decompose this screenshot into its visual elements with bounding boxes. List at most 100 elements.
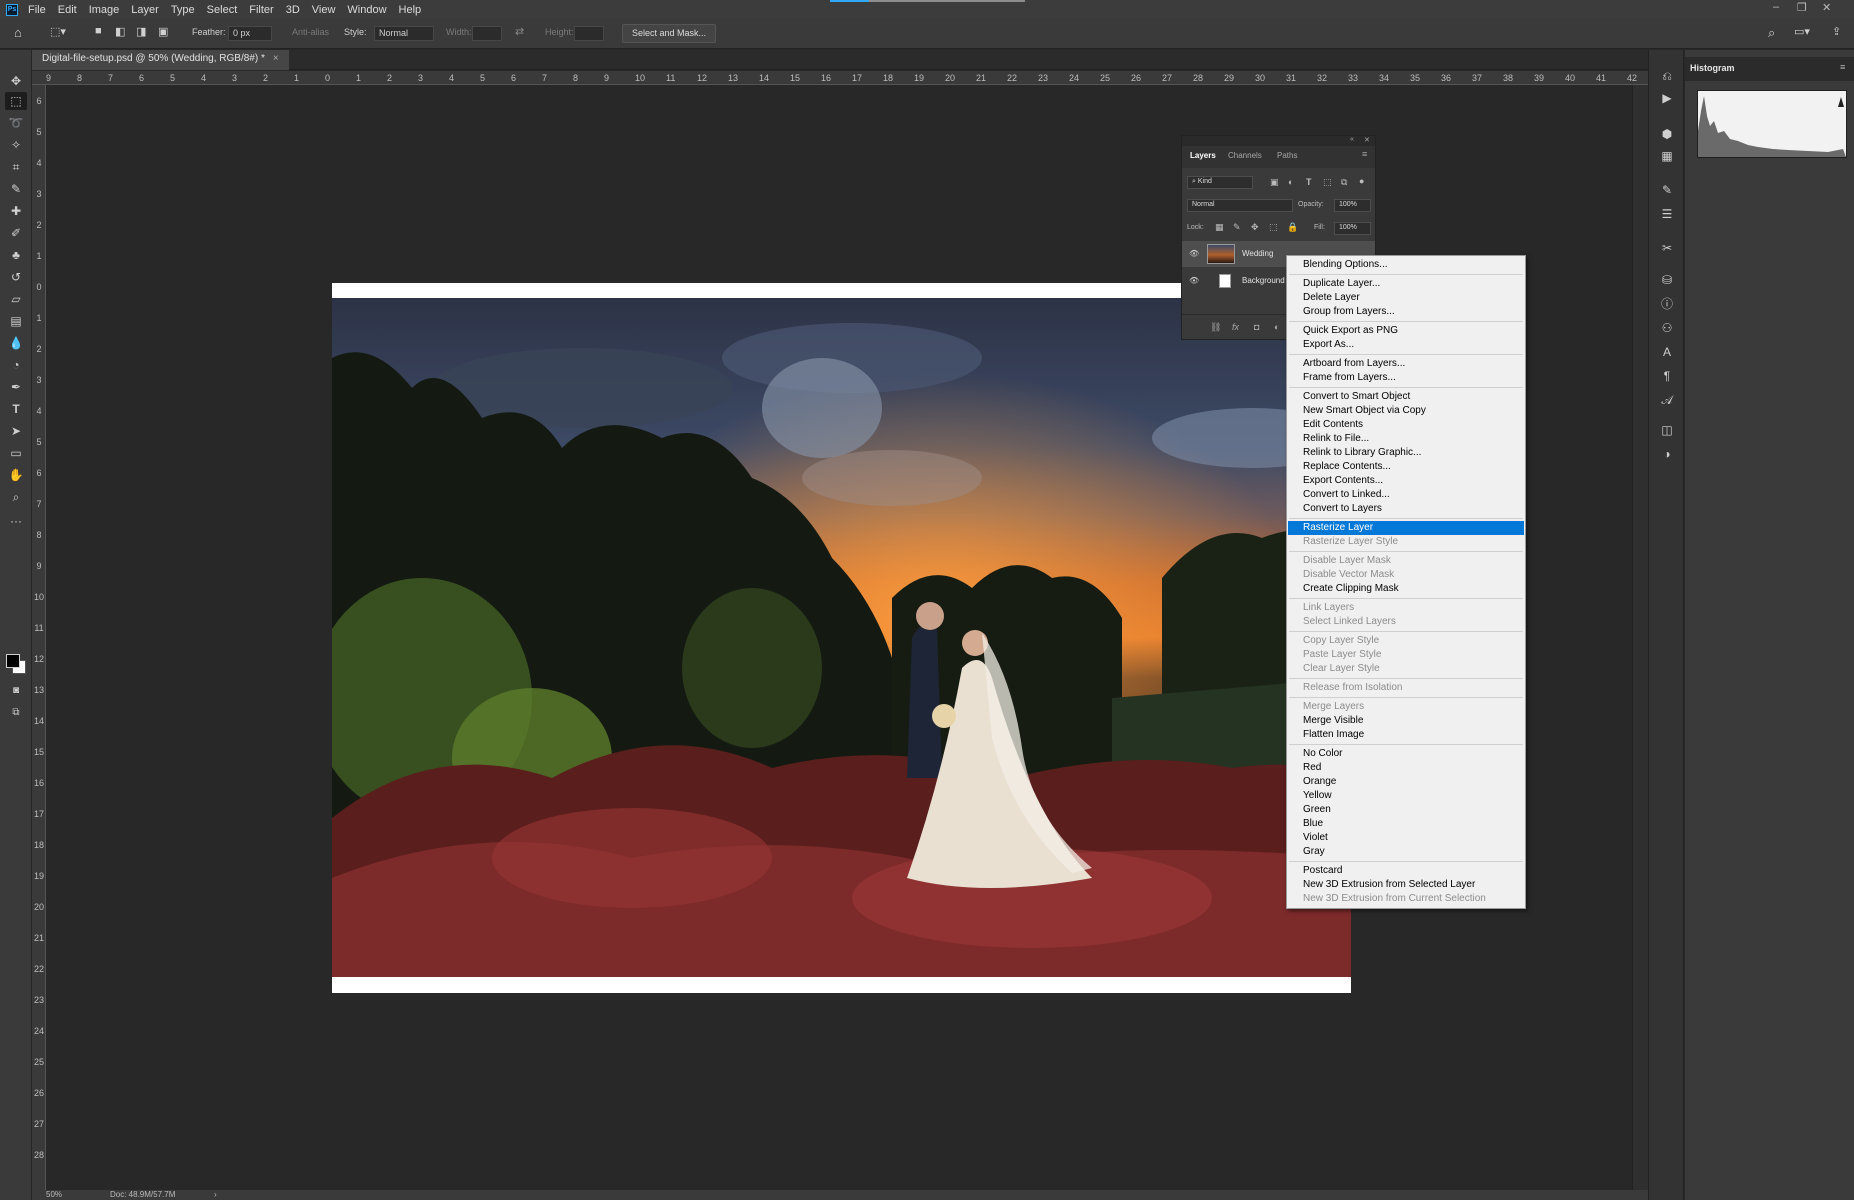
menu-item-delete-layer[interactable]: Delete Layer — [1288, 291, 1524, 305]
filter-pixel-icon[interactable]: ▣ — [1270, 177, 1279, 188]
glyphs-icon[interactable]: 𝒜 — [1659, 392, 1675, 408]
zoom-icon[interactable]: ⌕ — [5, 488, 27, 506]
menu-file[interactable]: File — [28, 4, 46, 16]
artboard-icon[interactable]: ▦ — [1659, 148, 1675, 164]
info-icon[interactable]: ⓘ — [1659, 296, 1675, 312]
new-selection-icon[interactable]: ■ — [95, 25, 102, 37]
foreground-color-swatch[interactable] — [6, 654, 20, 668]
subtract-selection-icon[interactable]: ◨ — [136, 25, 146, 38]
visibility-eye-icon[interactable]: 👁 — [1189, 249, 1199, 258]
menu-item-rasterize-layer[interactable]: Rasterize Layer — [1288, 521, 1524, 535]
adjustments-icon[interactable]: ☰ — [1659, 206, 1675, 222]
menu-edit[interactable]: Edit — [58, 4, 77, 16]
lock-all-icon[interactable]: 🔒 — [1287, 222, 1298, 233]
path-selection-icon[interactable]: ➤ — [5, 422, 27, 440]
histogram-title-bar[interactable]: Histogram ≡ — [1685, 57, 1854, 81]
layers-panel-header[interactable]: « ✕ — [1182, 136, 1375, 146]
height-input[interactable] — [574, 26, 604, 41]
anti-alias-checkbox[interactable]: Anti-alias — [292, 27, 329, 37]
lasso-icon[interactable]: ➰ — [5, 114, 27, 132]
menu-item-relink-to-library-graphic[interactable]: Relink to Library Graphic... — [1288, 446, 1524, 460]
properties-icon[interactable]: ◫ — [1659, 422, 1675, 438]
eyedropper-icon[interactable]: ✎ — [5, 180, 27, 198]
libraries-icon[interactable]: ⛁ — [1659, 272, 1675, 288]
gradient-icon[interactable]: ▤ — [5, 312, 27, 330]
home-icon[interactable]: ⌂ — [14, 25, 22, 40]
menu-window[interactable]: Window — [347, 4, 386, 16]
menu-type[interactable]: Type — [171, 4, 195, 16]
clone-source-icon[interactable]: ⚇ — [1659, 320, 1675, 336]
menu-item-convert-to-layers[interactable]: Convert to Layers — [1288, 502, 1524, 516]
visibility-eye-icon[interactable]: 👁 — [1189, 276, 1199, 285]
style-select[interactable]: Normal — [374, 26, 434, 41]
menu-item-edit-contents[interactable]: Edit Contents — [1288, 418, 1524, 432]
paragraph-icon[interactable]: ¶ — [1659, 368, 1675, 384]
select-and-mask-button[interactable]: Select and Mask... — [622, 24, 717, 43]
dodge-icon[interactable]: ◔ — [5, 356, 27, 374]
tab-paths[interactable]: Paths — [1277, 151, 1297, 160]
menu-item-postcard[interactable]: Postcard — [1288, 864, 1524, 878]
character-icon[interactable]: A — [1659, 344, 1675, 360]
screen-mode-icon[interactable]: ⧉ — [5, 704, 27, 722]
layer-style-icon[interactable]: fx — [1232, 322, 1239, 332]
brush-icon[interactable]: ✐ — [5, 224, 27, 242]
lock-artboard-icon[interactable]: ⬚ — [1269, 222, 1278, 233]
crop-icon[interactable]: ⌗ — [5, 158, 27, 176]
zoom-level[interactable]: 50% — [46, 1190, 62, 1199]
history-brush-icon[interactable]: ↺ — [5, 268, 27, 286]
menu-item-orange[interactable]: Orange — [1288, 775, 1524, 789]
menu-item-no-color[interactable]: No Color — [1288, 747, 1524, 761]
menu-item-duplicate-layer[interactable]: Duplicate Layer... — [1288, 277, 1524, 291]
workspace-icon[interactable]: ▭▾ — [1794, 25, 1810, 38]
filter-adjustment-icon[interactable]: ◐ — [1288, 177, 1293, 187]
menu-item-group-from-layers[interactable]: Group from Layers... — [1288, 305, 1524, 319]
menu-item-yellow[interactable]: Yellow — [1288, 789, 1524, 803]
blend-mode-select[interactable]: Normal — [1187, 199, 1293, 212]
menu-item-create-clipping-mask[interactable]: Create Clipping Mask — [1288, 582, 1524, 596]
menu-help[interactable]: Help — [399, 4, 422, 16]
more-tools-icon[interactable]: ··· — [5, 512, 27, 530]
menu-item-quick-export-as-png[interactable]: Quick Export as PNG — [1288, 324, 1524, 338]
status-menu-arrow[interactable]: › — [214, 1190, 217, 1199]
menu-item-relink-to-file[interactable]: Relink to File... — [1288, 432, 1524, 446]
menu-select[interactable]: Select — [207, 4, 238, 16]
close-panel-icon[interactable]: ✕ — [1364, 136, 1370, 144]
layer-name[interactable]: Background — [1242, 276, 1285, 285]
spot-healing-icon[interactable]: ✚ — [5, 202, 27, 220]
actions-icon[interactable]: ▶ — [1659, 90, 1675, 106]
search-icon[interactable]: ⌕ — [1768, 25, 1775, 41]
add-to-selection-icon[interactable]: ◧ — [115, 25, 125, 38]
minimize-button[interactable]: – — [1773, 1, 1779, 13]
history-icon[interactable]: ⎌ — [1659, 68, 1675, 84]
restore-button[interactable]: ❐ — [1797, 1, 1807, 14]
filter-kind-select[interactable]: ⌕ Kind — [1187, 176, 1253, 189]
menu-filter[interactable]: Filter — [249, 4, 273, 16]
menu-item-export-contents[interactable]: Export Contents... — [1288, 474, 1524, 488]
menu-layer[interactable]: Layer — [131, 4, 159, 16]
vertical-scrollbar[interactable] — [1632, 85, 1648, 1190]
swap-dimensions-icon[interactable]: ⇄ — [515, 25, 524, 38]
rectangle-icon[interactable]: ▭ — [5, 444, 27, 462]
pen-icon[interactable]: ✒ — [5, 378, 27, 396]
menu-item-frame-from-layers[interactable]: Frame from Layers... — [1288, 371, 1524, 385]
feather-input[interactable]: 0 px — [228, 26, 272, 41]
width-input[interactable] — [472, 26, 502, 41]
document-tab[interactable]: Digital-file-setup.psd @ 50% (Wedding, R… — [32, 50, 289, 70]
menu-item-new-3d-extrusion-from-selected-layer[interactable]: New 3D Extrusion from Selected Layer — [1288, 878, 1524, 892]
close-tab-icon[interactable]: × — [273, 53, 279, 64]
menu-item-merge-visible[interactable]: Merge Visible — [1288, 714, 1524, 728]
blur-icon[interactable]: 💧 — [5, 334, 27, 352]
clone-stamp-icon[interactable]: ♣ — [5, 246, 27, 264]
type-icon[interactable]: T — [5, 400, 27, 418]
menu-view[interactable]: View — [312, 4, 336, 16]
lock-position-icon[interactable]: ✥ — [1251, 222, 1259, 233]
menu-item-violet[interactable]: Violet — [1288, 831, 1524, 845]
lock-pixels-icon[interactable]: ✎ — [1233, 222, 1241, 233]
layers-panel-menu-icon[interactable]: ≡ — [1362, 149, 1367, 159]
menu-item-convert-to-smart-object[interactable]: Convert to Smart Object — [1288, 390, 1524, 404]
menu-item-export-as[interactable]: Export As... — [1288, 338, 1524, 352]
hand-icon[interactable]: ✋ — [5, 466, 27, 484]
menu-image[interactable]: Image — [89, 4, 120, 16]
menu-item-green[interactable]: Green — [1288, 803, 1524, 817]
collapse-panel-icon[interactable]: « — [1350, 136, 1354, 143]
